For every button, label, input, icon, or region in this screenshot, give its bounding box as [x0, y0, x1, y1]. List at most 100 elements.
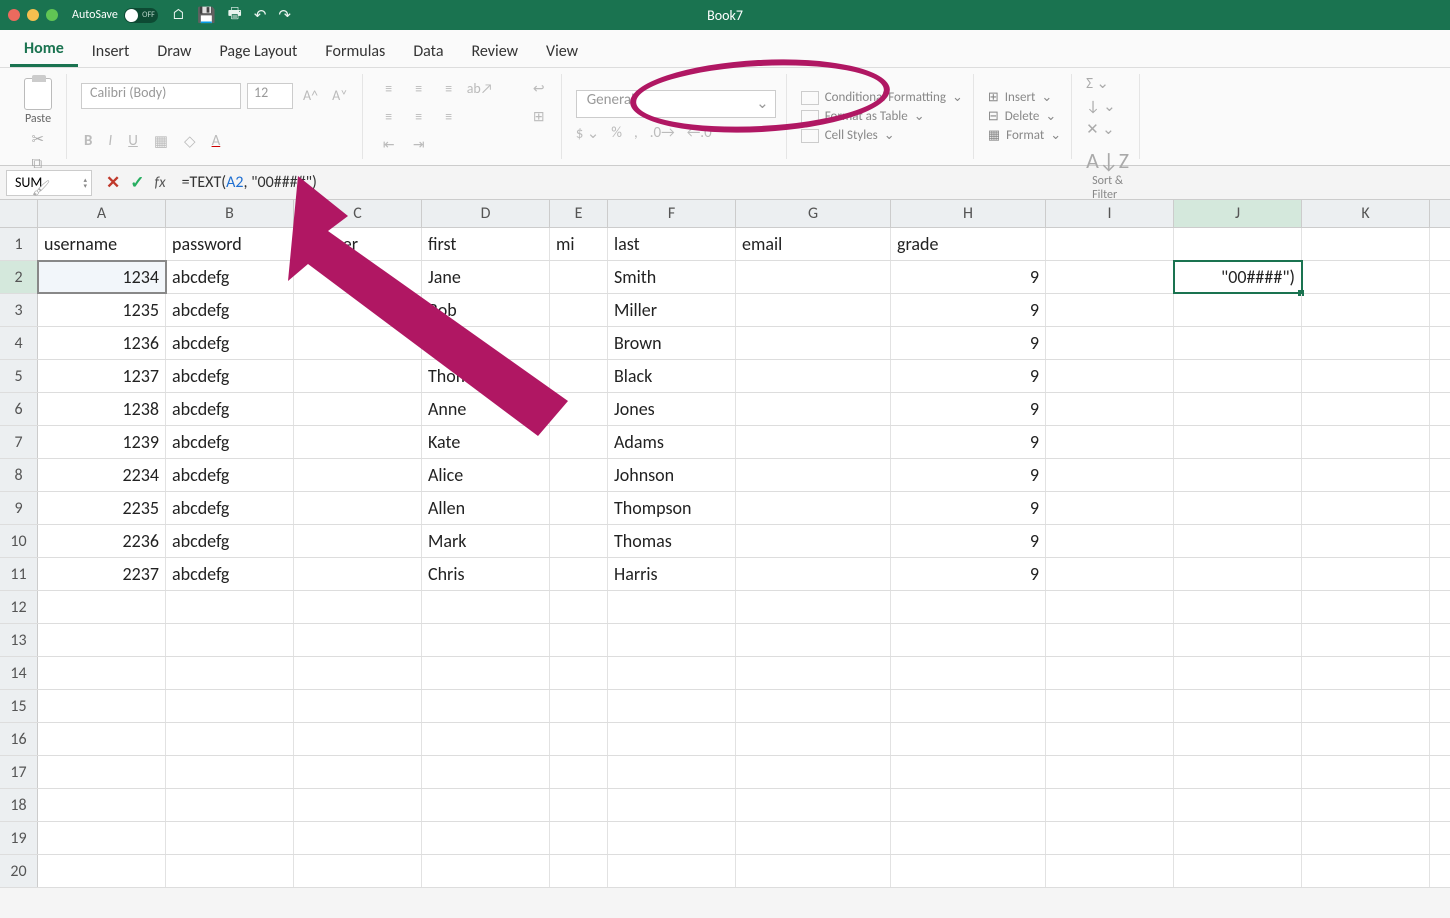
cell-G[interactable] — [736, 756, 891, 788]
align-right-icon[interactable]: ≡ — [437, 108, 461, 125]
cell-I[interactable] — [1046, 294, 1174, 326]
cell-B[interactable] — [166, 657, 294, 689]
cell-B[interactable]: abcdefg — [166, 558, 294, 590]
cell-J[interactable] — [1174, 624, 1302, 656]
decrease-decimal-icon[interactable]: ←.0 — [687, 124, 712, 143]
cell-J[interactable] — [1174, 822, 1302, 854]
cell-D[interactable]: Kate — [422, 426, 550, 458]
cell-J[interactable] — [1174, 327, 1302, 359]
cell-B[interactable]: password — [166, 228, 294, 260]
enter-formula-button[interactable]: ✓ — [130, 172, 144, 193]
cell-B[interactable]: abcdefg — [166, 459, 294, 491]
cell-B[interactable]: abcdefg — [166, 294, 294, 326]
row-header-1[interactable]: 1 — [0, 228, 38, 260]
cell-A[interactable] — [38, 723, 166, 755]
comma-format-icon[interactable]: , — [634, 124, 638, 143]
row-header-2[interactable]: 2 — [0, 261, 38, 293]
cell-C[interactable] — [294, 426, 422, 458]
cell-E[interactable] — [550, 657, 608, 689]
cell-K[interactable] — [1302, 822, 1430, 854]
italic-button[interactable]: I — [105, 132, 115, 150]
tab-insert[interactable]: Insert — [78, 34, 144, 67]
col-header-K[interactable]: K — [1302, 200, 1430, 227]
row-header-16[interactable]: 16 — [0, 723, 38, 755]
cell-K[interactable] — [1302, 789, 1430, 821]
cell-K[interactable] — [1302, 657, 1430, 689]
cell-I[interactable] — [1046, 327, 1174, 359]
cell-K[interactable] — [1302, 327, 1430, 359]
cell-H[interactable] — [891, 723, 1046, 755]
cell-G[interactable] — [736, 690, 891, 722]
cell-K[interactable] — [1302, 426, 1430, 458]
align-bottom-icon[interactable]: ≡ — [437, 80, 461, 97]
fx-icon[interactable]: fx — [155, 174, 166, 192]
cell-G[interactable] — [736, 294, 891, 326]
cell-B[interactable] — [166, 855, 294, 887]
save-icon[interactable]: 💾 — [197, 6, 216, 25]
cell-I[interactable] — [1046, 822, 1174, 854]
cell-K[interactable] — [1302, 756, 1430, 788]
cell-I[interactable] — [1046, 756, 1174, 788]
cell-H[interactable]: 9 — [891, 393, 1046, 425]
cell-H[interactable]: 9 — [891, 327, 1046, 359]
cell-K[interactable] — [1302, 360, 1430, 392]
underline-button[interactable]: U — [125, 132, 141, 150]
formula-input[interactable]: =TEXT(A2, "00####") — [174, 173, 1450, 192]
cell-A[interactable]: username — [38, 228, 166, 260]
cell-I[interactable] — [1046, 261, 1174, 293]
cell-J[interactable] — [1174, 228, 1302, 260]
cell-F[interactable]: Thomas — [608, 525, 736, 557]
cell-F[interactable]: Thompson — [608, 492, 736, 524]
cell-A[interactable] — [38, 591, 166, 623]
row-header-5[interactable]: 5 — [0, 360, 38, 392]
cell-J[interactable] — [1174, 855, 1302, 887]
cell-F[interactable] — [608, 723, 736, 755]
cell-F[interactable] — [608, 822, 736, 854]
cell-F[interactable]: Miller — [608, 294, 736, 326]
col-header-D[interactable]: D — [422, 200, 550, 227]
cell-F[interactable]: last — [608, 228, 736, 260]
cell-D[interactable]: first — [422, 228, 550, 260]
cell-J[interactable] — [1174, 525, 1302, 557]
cell-E[interactable] — [550, 723, 608, 755]
row-header-11[interactable]: 11 — [0, 558, 38, 590]
cell-F[interactable]: Johnson — [608, 459, 736, 491]
cell-G[interactable] — [736, 624, 891, 656]
cell-B[interactable] — [166, 723, 294, 755]
cell-G[interactable] — [736, 525, 891, 557]
cell-A[interactable]: 2237 — [38, 558, 166, 590]
cell-E[interactable]: mi — [550, 228, 608, 260]
font-family-selector[interactable]: Calibri (Body) — [81, 83, 241, 109]
cell-F[interactable] — [608, 591, 736, 623]
cell-I[interactable] — [1046, 855, 1174, 887]
cell-I[interactable] — [1046, 789, 1174, 821]
cell-B[interactable]: abcdefg — [166, 360, 294, 392]
cell-J[interactable] — [1174, 723, 1302, 755]
row-header-18[interactable]: 18 — [0, 789, 38, 821]
cell-D[interactable]: Anne — [422, 393, 550, 425]
cell-E[interactable] — [550, 789, 608, 821]
cell-K[interactable] — [1302, 624, 1430, 656]
cell-J[interactable] — [1174, 492, 1302, 524]
cell-B[interactable] — [166, 591, 294, 623]
cell-B[interactable]: abcdefg — [166, 426, 294, 458]
cell-G[interactable] — [736, 360, 891, 392]
cell-G[interactable] — [736, 261, 891, 293]
cell-A[interactable]: 1236 — [38, 327, 166, 359]
row-header-13[interactable]: 13 — [0, 624, 38, 656]
fill-icon[interactable]: ↓ ⌄ — [1086, 97, 1116, 116]
cell-A[interactable] — [38, 822, 166, 854]
cell-K[interactable] — [1302, 525, 1430, 557]
cell-D[interactable]: Alice — [422, 459, 550, 491]
tab-page-layout[interactable]: Page Layout — [205, 34, 311, 67]
cell-D[interactable]: Bob — [422, 294, 550, 326]
cell-F[interactable]: Black — [608, 360, 736, 392]
cell-B[interactable] — [166, 690, 294, 722]
cell-E[interactable] — [550, 294, 608, 326]
cell-K[interactable] — [1302, 723, 1430, 755]
format-as-table-button[interactable]: Format as Table ⌄ — [801, 109, 963, 124]
cell-H[interactable] — [891, 591, 1046, 623]
font-color-button[interactable]: A — [209, 132, 224, 150]
tab-view[interactable]: View — [532, 34, 592, 67]
cell-A[interactable]: 2235 — [38, 492, 166, 524]
